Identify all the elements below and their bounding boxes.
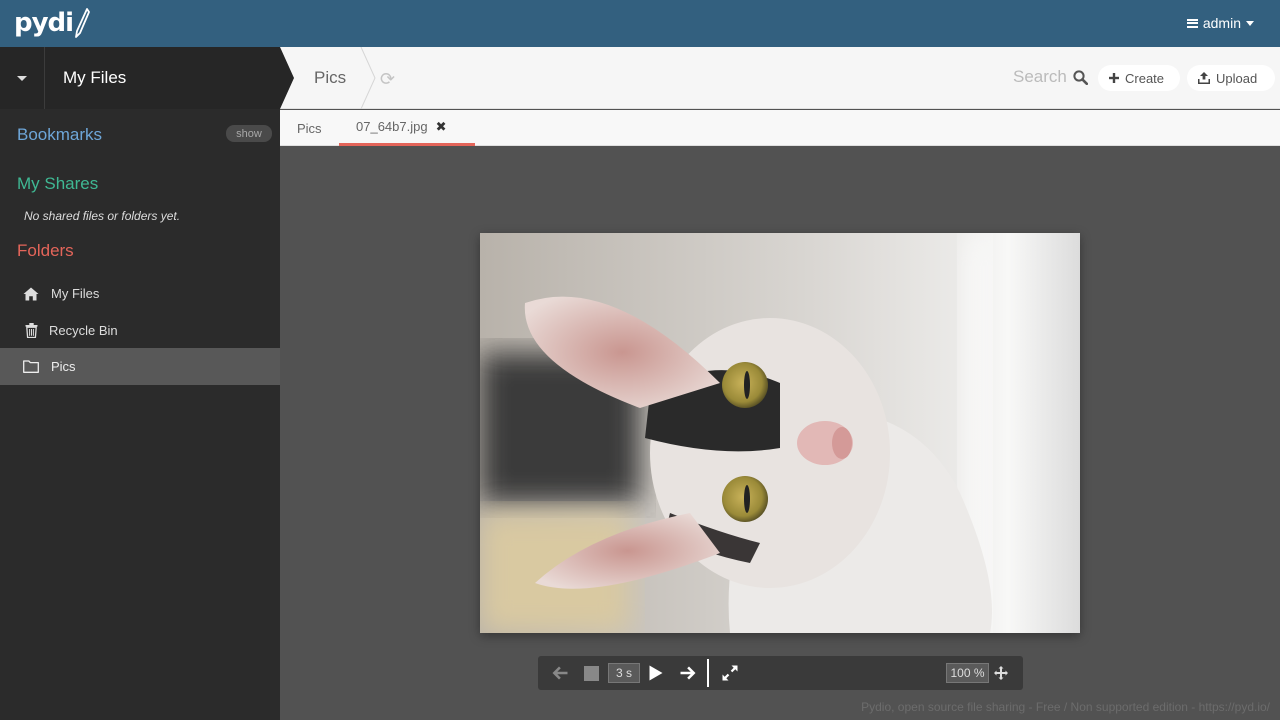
tab-image-file[interactable]: 07_64b7.jpg ✖ bbox=[339, 110, 475, 146]
play-slideshow-button[interactable] bbox=[644, 656, 668, 690]
bookmarks-title: Bookmarks bbox=[17, 125, 103, 144]
create-button[interactable]: Create bbox=[1098, 65, 1180, 91]
slideshow-delay[interactable]: 3 s bbox=[608, 663, 640, 683]
caret-down-icon bbox=[17, 75, 27, 81]
workspace-header: My Files bbox=[0, 47, 280, 109]
search-label: Search bbox=[1013, 67, 1067, 86]
tab-label: 07_64b7.jpg bbox=[356, 119, 428, 134]
play-icon bbox=[649, 665, 663, 681]
app-logo[interactable]: pydi bbox=[14, 6, 90, 40]
next-image-button[interactable] bbox=[674, 656, 702, 690]
shares-title: My Shares bbox=[17, 174, 99, 193]
tab-bar: Pics 07_64b7.jpg ✖ bbox=[280, 110, 1280, 146]
home-icon bbox=[23, 286, 39, 302]
sidebar-item-label: Recycle Bin bbox=[49, 323, 118, 338]
plus-icon bbox=[1109, 73, 1119, 83]
cat-photo bbox=[480, 233, 1080, 633]
arrow-left-icon bbox=[552, 666, 568, 680]
zoom-level-input[interactable]: 100 % bbox=[946, 663, 989, 683]
breadcrumb-arrow bbox=[280, 47, 294, 109]
footer-credits: Pydio, open source file sharing - Free /… bbox=[861, 700, 1270, 714]
shares-empty-message: No shared files or folders yet. bbox=[24, 209, 181, 223]
upload-label: Upload bbox=[1216, 70, 1258, 86]
previous-image-button[interactable] bbox=[546, 656, 574, 690]
move-icon bbox=[994, 666, 1008, 680]
refresh-icon[interactable]: ⟳ bbox=[380, 69, 395, 90]
folder-icon bbox=[23, 359, 39, 375]
logo-text: pydi bbox=[14, 8, 74, 38]
create-label: Create bbox=[1125, 70, 1165, 86]
top-bar: pydi admin bbox=[0, 0, 1280, 47]
tab-label: Pics bbox=[297, 120, 322, 136]
trash-icon bbox=[23, 323, 39, 339]
upload-button[interactable]: Upload bbox=[1187, 65, 1275, 91]
fullscreen-button[interactable] bbox=[718, 656, 742, 690]
expand-icon bbox=[722, 665, 738, 681]
sidebar-item-label: My Files bbox=[51, 286, 100, 301]
stop-icon bbox=[583, 665, 599, 681]
sidebar-item-my-files[interactable]: My Files bbox=[0, 275, 280, 312]
search-box[interactable]: Search bbox=[1013, 67, 1088, 87]
close-icon[interactable]: ✖ bbox=[436, 119, 447, 135]
controls-divider bbox=[707, 659, 709, 687]
slideshow-controls: 3 s 100 % bbox=[538, 656, 1023, 690]
folders-title: Folders bbox=[17, 241, 74, 260]
hamburger-icon bbox=[1186, 18, 1198, 28]
logo-pen-icon bbox=[75, 8, 90, 38]
image-preview[interactable] bbox=[480, 233, 1080, 633]
zoom-fit-button[interactable] bbox=[992, 656, 1010, 690]
caret-down-icon bbox=[1246, 20, 1254, 26]
upload-icon bbox=[1198, 72, 1210, 84]
search-icon bbox=[1073, 69, 1088, 85]
sidebar-item-label: Pics bbox=[51, 359, 76, 374]
show-bookmarks-button[interactable]: show bbox=[226, 125, 272, 142]
arrow-right-icon bbox=[680, 666, 696, 680]
sidebar-item-pics[interactable]: Pics bbox=[0, 348, 280, 385]
sidebar: Bookmarks show My Shares No shared files… bbox=[0, 109, 280, 720]
breadcrumb-item-pics[interactable]: Pics bbox=[314, 68, 346, 88]
breadcrumb-separator bbox=[360, 47, 376, 109]
user-name: admin bbox=[1202, 15, 1241, 31]
sidebar-item-recycle-bin[interactable]: Recycle Bin bbox=[0, 312, 280, 349]
workspace-title: My Files bbox=[63, 68, 127, 87]
image-viewer: 3 s 100 % Pydio, open source file sharin… bbox=[280, 146, 1280, 720]
user-menu[interactable]: admin bbox=[1186, 15, 1254, 31]
workspace-switcher-button[interactable] bbox=[0, 47, 45, 109]
breadcrumb: Pics ⟳ Search Create Upload bbox=[280, 47, 1280, 109]
tab-pics[interactable]: Pics bbox=[297, 110, 322, 146]
stop-slideshow-button[interactable] bbox=[578, 656, 604, 690]
